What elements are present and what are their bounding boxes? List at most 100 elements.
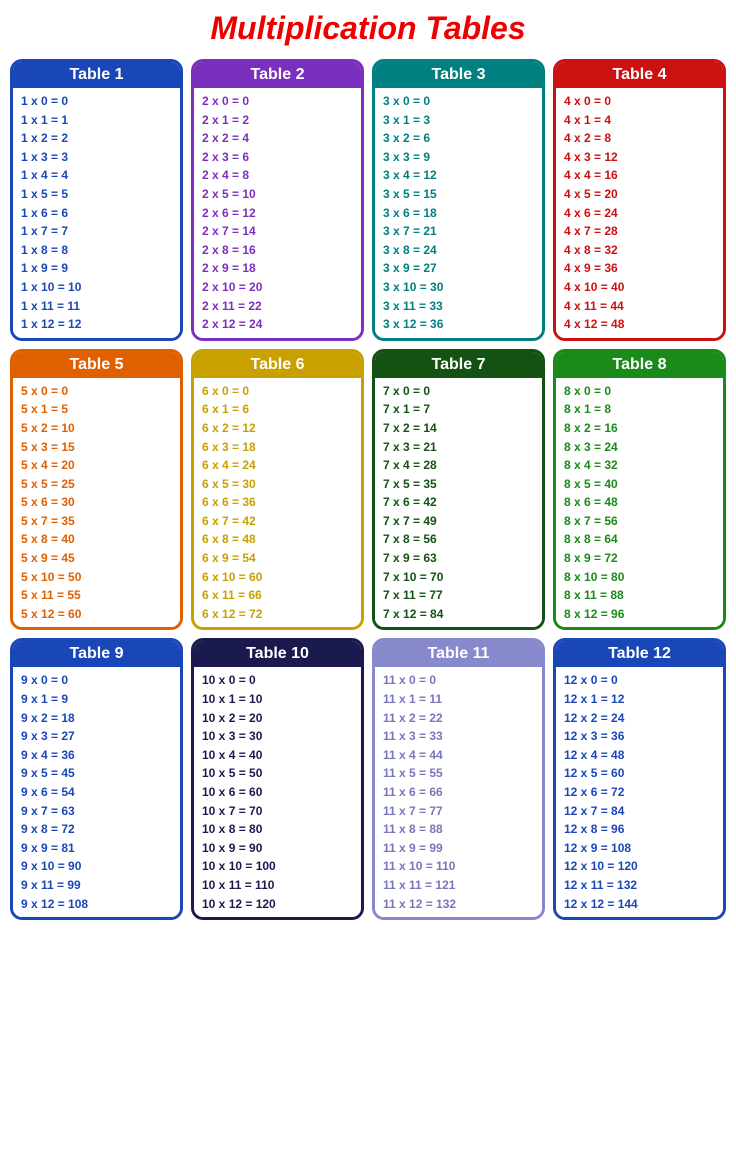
table-row: 2 x 12 = 24: [202, 315, 353, 334]
table-row: 12 x 9 = 108: [564, 839, 715, 858]
table-row: 4 x 1 = 4: [564, 111, 715, 130]
table-row: 4 x 6 = 24: [564, 204, 715, 223]
table-row: 9 x 0 = 0: [21, 671, 172, 690]
table-row: 3 x 7 = 21: [383, 222, 534, 241]
table-card-1: Table 11 x 0 = 01 x 1 = 11 x 2 = 21 x 3 …: [10, 59, 183, 341]
table-row: 5 x 10 = 50: [21, 568, 172, 587]
table-row: 7 x 4 = 28: [383, 456, 534, 475]
table-row: 3 x 4 = 12: [383, 166, 534, 185]
table-header-2: Table 2: [194, 62, 361, 88]
table-card-8: Table 88 x 0 = 08 x 1 = 88 x 2 = 168 x 3…: [553, 349, 726, 631]
table-row: 6 x 7 = 42: [202, 512, 353, 531]
table-card-6: Table 66 x 0 = 06 x 1 = 66 x 2 = 126 x 3…: [191, 349, 364, 631]
table-header-11: Table 11: [375, 641, 542, 667]
table-row: 6 x 0 = 0: [202, 382, 353, 401]
table-row: 10 x 7 = 70: [202, 802, 353, 821]
table-row: 9 x 12 = 108: [21, 895, 172, 914]
table-row: 12 x 0 = 0: [564, 671, 715, 690]
table-header-5: Table 5: [13, 352, 180, 378]
table-row: 2 x 7 = 14: [202, 222, 353, 241]
table-row: 1 x 11 = 11: [21, 297, 172, 316]
table-card-10: Table 1010 x 0 = 010 x 1 = 1010 x 2 = 20…: [191, 638, 364, 920]
table-row: 2 x 4 = 8: [202, 166, 353, 185]
table-row: 6 x 11 = 66: [202, 586, 353, 605]
table-row: 11 x 6 = 66: [383, 783, 534, 802]
table-row: 8 x 10 = 80: [564, 568, 715, 587]
table-row: 8 x 11 = 88: [564, 586, 715, 605]
table-row: 4 x 2 = 8: [564, 129, 715, 148]
table-row: 4 x 4 = 16: [564, 166, 715, 185]
table-row: 10 x 0 = 0: [202, 671, 353, 690]
table-header-4: Table 4: [556, 62, 723, 88]
table-row: 4 x 7 = 28: [564, 222, 715, 241]
table-row: 3 x 11 = 33: [383, 297, 534, 316]
table-row: 9 x 11 = 99: [21, 876, 172, 895]
table-row: 12 x 3 = 36: [564, 727, 715, 746]
table-row: 3 x 12 = 36: [383, 315, 534, 334]
table-header-6: Table 6: [194, 352, 361, 378]
table-row: 5 x 1 = 5: [21, 400, 172, 419]
table-row: 12 x 11 = 132: [564, 876, 715, 895]
table-body-12: 12 x 0 = 012 x 1 = 1212 x 2 = 2412 x 3 =…: [556, 667, 723, 917]
table-row: 1 x 5 = 5: [21, 185, 172, 204]
table-row: 12 x 10 = 120: [564, 857, 715, 876]
table-row: 9 x 6 = 54: [21, 783, 172, 802]
table-row: 11 x 5 = 55: [383, 764, 534, 783]
table-body-8: 8 x 0 = 08 x 1 = 88 x 2 = 168 x 3 = 248 …: [556, 378, 723, 628]
table-row: 11 x 10 = 110: [383, 857, 534, 876]
table-card-2: Table 22 x 0 = 02 x 1 = 22 x 2 = 42 x 3 …: [191, 59, 364, 341]
table-row: 5 x 3 = 15: [21, 438, 172, 457]
table-row: 8 x 4 = 32: [564, 456, 715, 475]
table-row: 6 x 3 = 18: [202, 438, 353, 457]
table-row: 2 x 11 = 22: [202, 297, 353, 316]
table-row: 10 x 8 = 80: [202, 820, 353, 839]
table-row: 10 x 5 = 50: [202, 764, 353, 783]
page-title: Multiplication Tables: [10, 10, 726, 47]
table-row: 5 x 8 = 40: [21, 530, 172, 549]
table-row: 5 x 12 = 60: [21, 605, 172, 624]
table-header-8: Table 8: [556, 352, 723, 378]
table-body-4: 4 x 0 = 04 x 1 = 44 x 2 = 84 x 3 = 124 x…: [556, 88, 723, 338]
table-card-9: Table 99 x 0 = 09 x 1 = 99 x 2 = 189 x 3…: [10, 638, 183, 920]
table-row: 3 x 1 = 3: [383, 111, 534, 130]
table-row: 6 x 2 = 12: [202, 419, 353, 438]
table-row: 7 x 7 = 49: [383, 512, 534, 531]
table-row: 2 x 3 = 6: [202, 148, 353, 167]
table-row: 8 x 2 = 16: [564, 419, 715, 438]
table-row: 1 x 8 = 8: [21, 241, 172, 260]
table-row: 10 x 4 = 40: [202, 746, 353, 765]
table-row: 10 x 10 = 100: [202, 857, 353, 876]
table-card-7: Table 77 x 0 = 07 x 1 = 77 x 2 = 147 x 3…: [372, 349, 545, 631]
table-row: 12 x 2 = 24: [564, 709, 715, 728]
table-row: 6 x 5 = 30: [202, 475, 353, 494]
table-row: 12 x 5 = 60: [564, 764, 715, 783]
table-row: 12 x 4 = 48: [564, 746, 715, 765]
table-row: 7 x 9 = 63: [383, 549, 534, 568]
table-row: 1 x 0 = 0: [21, 92, 172, 111]
table-row: 10 x 2 = 20: [202, 709, 353, 728]
table-body-1: 1 x 0 = 01 x 1 = 11 x 2 = 21 x 3 = 31 x …: [13, 88, 180, 338]
table-row: 12 x 8 = 96: [564, 820, 715, 839]
table-row: 9 x 1 = 9: [21, 690, 172, 709]
table-row: 7 x 0 = 0: [383, 382, 534, 401]
table-card-3: Table 33 x 0 = 03 x 1 = 33 x 2 = 63 x 3 …: [372, 59, 545, 341]
table-row: 1 x 3 = 3: [21, 148, 172, 167]
table-row: 9 x 10 = 90: [21, 857, 172, 876]
table-body-5: 5 x 0 = 05 x 1 = 55 x 2 = 105 x 3 = 155 …: [13, 378, 180, 628]
table-row: 9 x 5 = 45: [21, 764, 172, 783]
table-row: 5 x 5 = 25: [21, 475, 172, 494]
table-row: 7 x 6 = 42: [383, 493, 534, 512]
table-row: 11 x 12 = 132: [383, 895, 534, 914]
table-row: 3 x 6 = 18: [383, 204, 534, 223]
table-row: 12 x 12 = 144: [564, 895, 715, 914]
table-row: 8 x 3 = 24: [564, 438, 715, 457]
table-row: 2 x 10 = 20: [202, 278, 353, 297]
table-row: 7 x 3 = 21: [383, 438, 534, 457]
table-row: 4 x 3 = 12: [564, 148, 715, 167]
table-row: 11 x 7 = 77: [383, 802, 534, 821]
table-row: 11 x 3 = 33: [383, 727, 534, 746]
table-row: 10 x 6 = 60: [202, 783, 353, 802]
table-row: 9 x 7 = 63: [21, 802, 172, 821]
tables-grid: Table 11 x 0 = 01 x 1 = 11 x 2 = 21 x 3 …: [10, 59, 726, 920]
table-row: 9 x 2 = 18: [21, 709, 172, 728]
